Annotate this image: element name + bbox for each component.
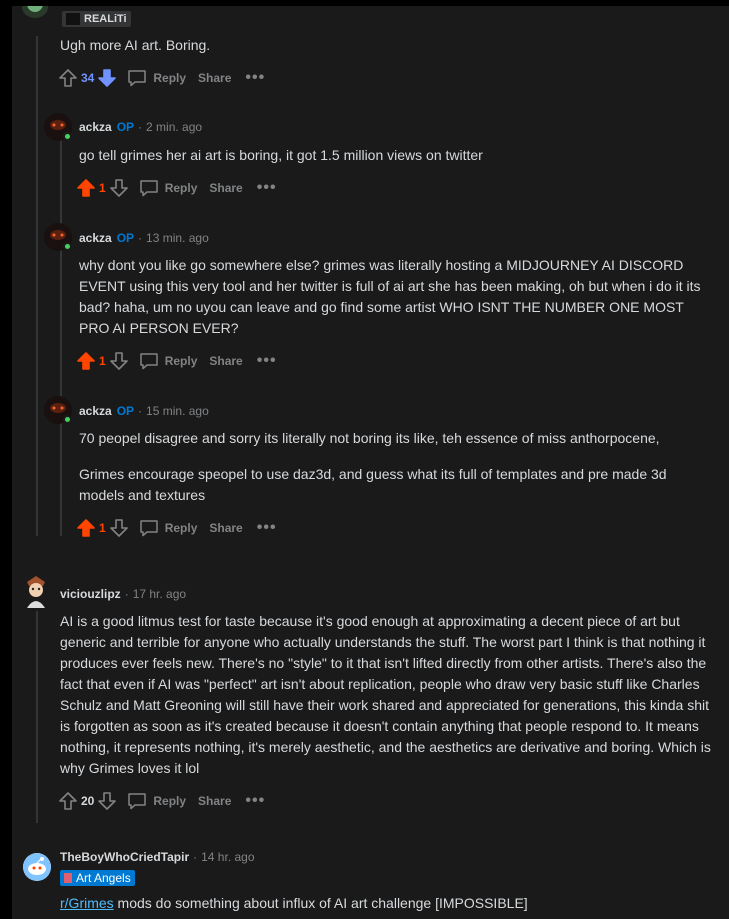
online-status-indicator (63, 242, 72, 251)
more-options-button[interactable]: ••• (245, 70, 265, 86)
thread-line[interactable] (60, 419, 62, 536)
username-link[interactable]: viciouzlipz (60, 587, 121, 601)
subreddit-link[interactable]: r/Grimes (60, 895, 114, 911)
share-button[interactable]: Share (209, 354, 242, 368)
thread-line[interactable] (60, 136, 62, 231)
online-status-indicator (63, 415, 72, 424)
vote-score: 1 (99, 354, 106, 368)
vote-controls: 1 (76, 351, 129, 371)
meta-separator: · (138, 404, 143, 418)
avatar-image-icon (27, 6, 43, 12)
upvote-icon[interactable] (58, 68, 78, 88)
downvote-icon[interactable] (97, 68, 117, 88)
avatar-image-icon (27, 576, 45, 608)
comment-body: go tell grimes her ai art is boring, it … (79, 147, 483, 163)
reply-icon (128, 793, 147, 810)
vote-score: 1 (99, 521, 106, 535)
comment-timestamp[interactable]: 2 min. ago (146, 120, 202, 134)
op-badge: OP (116, 231, 135, 245)
comment-meta: viciouzlipz · 17 hr. ago (60, 587, 186, 601)
comment-body: why dont you like go somewhere else? gri… (79, 257, 701, 336)
vote-controls: 1 (76, 178, 129, 198)
more-options-button[interactable]: ••• (245, 793, 265, 809)
user-flair: REALiTi (62, 11, 131, 27)
upvote-icon[interactable] (76, 351, 96, 371)
reply-button[interactable]: Reply (139, 352, 197, 370)
user-flair: Art Angels (60, 869, 135, 887)
username-link[interactable]: ackza (79, 404, 112, 418)
comment-timestamp[interactable]: 13 min. ago (146, 231, 209, 245)
comment-timestamp[interactable]: 14 hr. ago (201, 850, 254, 864)
comment-actions: 1 Reply Share ••• (76, 517, 277, 539)
comment-meta: REALiTi (62, 11, 131, 27)
comment-actions: 1 Reply Share ••• (76, 350, 277, 372)
meta-separator: · (193, 850, 198, 864)
comment-body-paragraph: Grimes encourage speopel to use daz3d, a… (79, 466, 667, 503)
comment-actions: 34 Reply Share ••• (58, 67, 265, 89)
thread-line[interactable] (36, 611, 38, 823)
comment-actions: 20 Reply Share ••• (58, 790, 265, 812)
upvote-icon[interactable] (76, 518, 96, 538)
online-status-indicator (63, 132, 72, 141)
downvote-icon[interactable] (109, 351, 129, 371)
reply-icon (139, 520, 158, 537)
comment-body-text: mods do something about influx of AI art… (113, 895, 528, 911)
avatar-image-icon (23, 853, 51, 881)
vote-controls: 1 (76, 518, 129, 538)
upvote-icon[interactable] (58, 791, 78, 811)
downvote-icon[interactable] (97, 791, 117, 811)
share-button[interactable]: Share (209, 181, 242, 195)
more-options-button[interactable]: ••• (257, 353, 277, 369)
share-button[interactable]: Share (198, 71, 231, 85)
username-link[interactable]: ackza (79, 231, 112, 245)
comment-meta: ackza OP · 15 min. ago (79, 404, 209, 418)
comment-timestamp[interactable]: 17 hr. ago (133, 587, 186, 601)
op-badge: OP (116, 120, 135, 134)
reply-button[interactable]: Reply (139, 519, 197, 537)
share-button[interactable]: Share (198, 794, 231, 808)
meta-separator: · (138, 231, 143, 245)
share-button[interactable]: Share (209, 521, 242, 535)
reply-icon (128, 70, 147, 87)
comment-body: AI is a good litmus test for taste becau… (60, 613, 711, 776)
vote-score: 20 (81, 794, 95, 808)
comment-thread-panel: REALiTi Ugh more AI art. Boring. 34 Repl… (12, 6, 729, 919)
more-options-button[interactable]: ••• (257, 180, 277, 196)
comment-meta: TheBoyWhoCriedTapir · 14 hr. ago (60, 850, 255, 864)
vote-controls: 34 (58, 68, 117, 88)
username-link[interactable]: TheBoyWhoCriedTapir (60, 850, 189, 864)
comment-meta: ackza OP · 13 min. ago (79, 231, 209, 245)
comment-meta: ackza OP · 2 min. ago (79, 120, 202, 134)
comment-timestamp[interactable]: 15 min. ago (146, 404, 209, 418)
comment-body: r/Grimes mods do something about influx … (60, 893, 710, 914)
comment-body: Ugh more AI art. Boring. (60, 37, 211, 53)
comment-actions: 1 Reply Share ••• (76, 177, 277, 199)
downvote-icon[interactable] (109, 518, 129, 538)
avatar[interactable] (21, 574, 51, 610)
username-link[interactable]: ackza (79, 120, 112, 134)
thread-line[interactable] (60, 246, 62, 404)
avatar[interactable] (22, 6, 48, 18)
vote-controls: 20 (58, 791, 117, 811)
thread-line[interactable] (36, 36, 38, 536)
more-options-button[interactable]: ••• (257, 520, 277, 536)
reply-button[interactable]: Reply (127, 792, 186, 810)
vote-score: 1 (99, 181, 106, 195)
flair-image-icon (64, 873, 72, 883)
flair-emoji-icon (66, 13, 80, 25)
reply-icon (139, 180, 158, 197)
downvote-icon[interactable] (109, 178, 129, 198)
op-badge: OP (116, 404, 135, 418)
reply-button[interactable]: Reply (139, 179, 197, 197)
reply-icon (139, 353, 158, 370)
upvote-icon[interactable] (76, 178, 96, 198)
meta-separator: · (138, 120, 143, 134)
user-flair-badge: Art Angels (60, 870, 135, 886)
avatar[interactable] (23, 853, 51, 881)
meta-separator: · (124, 587, 129, 601)
comment-body-paragraph: 70 peopel disagree and sorry its literal… (79, 430, 660, 446)
vote-score: 34 (81, 71, 95, 85)
reply-button[interactable]: Reply (127, 69, 186, 87)
